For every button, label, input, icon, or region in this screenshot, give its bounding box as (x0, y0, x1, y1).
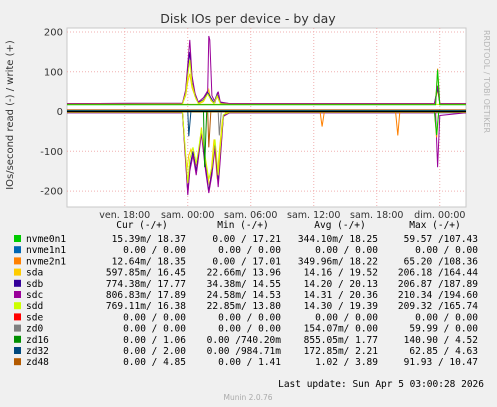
legend-value-cur: 12.64m/ 18.35 (112, 256, 186, 267)
legend-swatch (14, 302, 21, 310)
legend-value-avg: 344.10m/ 18.25 (298, 234, 378, 245)
chart-title: Disk IOs per device - by day (160, 11, 336, 26)
legend-value-max: 140.90 / 4.52 (404, 335, 478, 346)
legend-value-avg: 14.16 / 19.52 (304, 268, 378, 279)
munin-footer: Munin 2.0.76 (223, 393, 272, 402)
legend-value-min: 0.00 / 0.00 (218, 312, 281, 323)
legend-value-cur: 0.00 / 1.06 (123, 335, 186, 346)
y-tick-label: -100 (40, 147, 63, 158)
legend-value-min: 0.00 / 0.00 (218, 324, 281, 335)
legend-swatch (14, 268, 21, 276)
legend-label: sdc (26, 290, 43, 301)
legend-label: sdb (26, 279, 43, 290)
legend-swatch (14, 279, 21, 287)
legend-swatch (14, 335, 21, 343)
legend-value-avg: 0.00 / 0.00 (315, 245, 378, 256)
legend-header-avg: Avg (-/+) (314, 220, 365, 231)
legend-value-max: 0.00 / 0.00 (415, 245, 478, 256)
last-update: Last update: Sun Apr 5 03:00:28 2026 (278, 379, 484, 390)
legend-value-cur: 0.00 / 0.00 (123, 312, 186, 323)
legend-value-min: 24.58m/ 14.53 (207, 290, 281, 301)
legend-value-max: 0.00 / 0.00 (415, 312, 478, 323)
legend-value-min: 22.66m/ 13.96 (207, 268, 282, 279)
legend-label: sde (26, 312, 43, 323)
legend-value-cur: 597.85m/ 16.45 (106, 268, 186, 279)
legend-value-avg: 14.30 / 19.39 (304, 301, 379, 312)
legend-value-cur: 0.00 / 0.00 (123, 245, 186, 256)
disk-io-chart: Disk IOs per device - by day IOs/second … (5, 11, 491, 402)
legend-value-cur: 769.11m/ 16.38 (106, 301, 186, 312)
legend-swatch (14, 246, 21, 254)
legend-header-cur: Cur (-/+) (116, 220, 167, 231)
legend-label: sda (26, 268, 43, 279)
legend-value-max: 91.93 / 10.47 (404, 357, 478, 368)
legend-label: zd0 (26, 324, 43, 335)
legend-value-max: 59.57 /107.43 (404, 234, 478, 245)
legend-value-max: 206.87 /187.89 (398, 279, 478, 290)
legend-swatch (14, 235, 21, 242)
legend-value-max: 210.34 /194.60 (398, 290, 478, 301)
legend-value-avg: 1.02 / 3.89 (315, 357, 378, 368)
legend-value-avg: 349.96m/ 18.22 (298, 256, 378, 267)
legend-value-avg: 0.00 / 0.00 (315, 312, 378, 323)
legend-swatch (14, 291, 21, 298)
legend-label: zd16 (26, 335, 49, 346)
legend-value-cur: 0.00 / 4.85 (123, 357, 186, 368)
legend-value-max: 62.85 / 4.63 (409, 346, 478, 357)
legend-value-cur: 774.38m/ 17.77 (106, 279, 186, 290)
legend-value-min: 0.00 / 17.01 (212, 256, 281, 267)
legend-value-min: 34.38m/ 14.55 (207, 279, 281, 290)
legend-value-min: 0.00 /740.20m (207, 335, 282, 346)
y-tick-label: 200 (44, 27, 63, 38)
legend-value-max: 65.20 /108.36 (404, 256, 479, 267)
legend-value-max: 206.18 /164.44 (398, 268, 478, 279)
legend-value-min: 0.00 / 0.00 (218, 245, 281, 256)
legend-header-max: Max (-/+) (409, 220, 460, 231)
legend-swatch (14, 358, 21, 366)
legend-label: zd48 (26, 357, 49, 368)
y-axis-label: IOs/second read (-) / write (+) (5, 40, 16, 190)
y-tick-label: 100 (44, 67, 63, 78)
legend-value-min: 22.85m/ 13.80 (207, 301, 282, 312)
legend-value-min: 0.00 /984.71m (207, 346, 282, 357)
legend-value-max: 209.32 /165.74 (398, 301, 478, 312)
legend-label: nvme1n1 (26, 245, 66, 256)
legend: Cur (-/+) Min (-/+) Avg (-/+) Max (-/+) … (14, 220, 478, 368)
legend-value-min: 0.00 / 1.41 (218, 357, 281, 368)
legend-value-avg: 855.05m/ 1.77 (304, 335, 378, 346)
legend-label: nvme2n1 (26, 256, 66, 267)
y-ticks: 200 100 0 -100 -200 (40, 27, 63, 197)
legend-value-cur: 0.00 / 2.00 (123, 346, 186, 357)
legend-value-cur: 15.39m/ 18.37 (112, 234, 186, 245)
legend-value-max: 59.99 / 0.00 (409, 324, 478, 335)
legend-label: sdd (26, 301, 43, 312)
legend-swatch (14, 324, 21, 332)
plot-area (66, 27, 467, 208)
legend-value-avg: 14.20 / 20.13 (304, 279, 378, 290)
legend-value-avg: 154.07m/ 0.00 (304, 324, 379, 335)
legend-value-cur: 0.00 / 0.00 (123, 324, 186, 335)
legend-label: zd32 (26, 346, 49, 357)
y-tick-label: 0 (57, 107, 63, 118)
legend-value-avg: 172.85m/ 2.21 (304, 346, 379, 357)
legend-header-min: Min (-/+) (217, 220, 268, 231)
y-tick-label: -200 (40, 187, 63, 198)
legend-swatch (14, 347, 21, 354)
rrdtool-watermark: RRDTOOL / TOBI OETIKER (482, 30, 491, 133)
legend-value-avg: 14.31 / 20.36 (304, 290, 379, 301)
legend-label: nvme0n1 (26, 234, 66, 245)
legend-swatch (14, 313, 21, 321)
legend-swatch (14, 257, 21, 265)
x-tick-label: sam. 00:00 (161, 210, 214, 221)
legend-value-cur: 806.83m/ 17.89 (106, 290, 186, 301)
legend-value-min: 0.00 / 17.21 (212, 234, 281, 245)
